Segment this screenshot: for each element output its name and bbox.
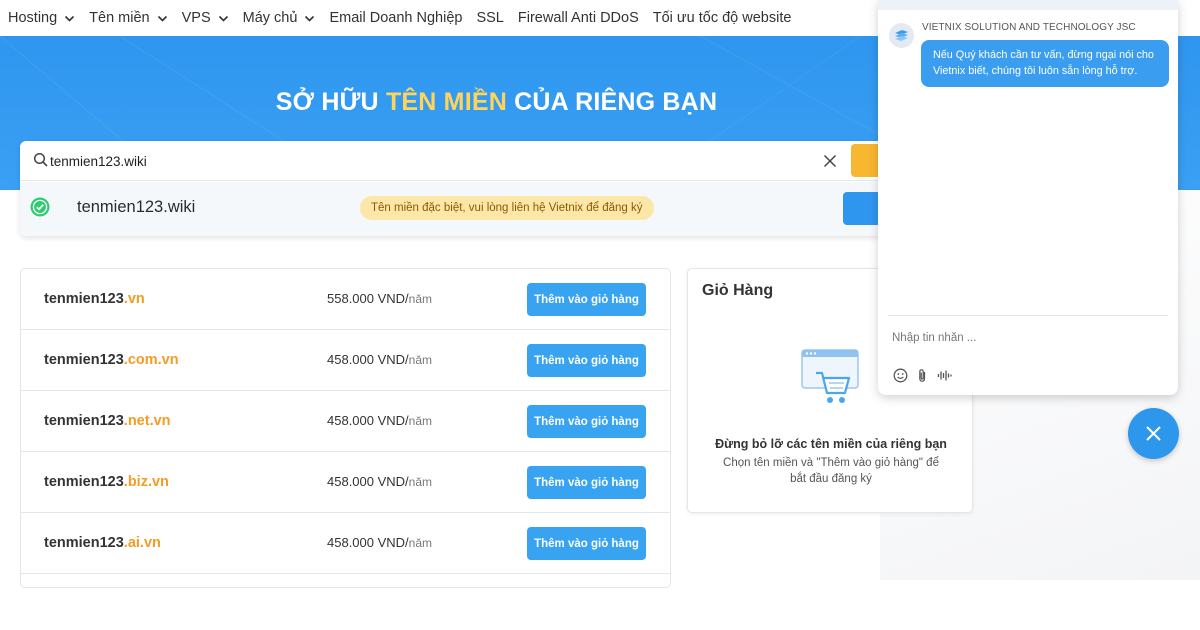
nav-item-ten-mien[interactable]: Tên miền xyxy=(89,10,167,26)
avatar xyxy=(889,23,914,48)
domain-price: 458.000 VND/năm xyxy=(327,352,433,367)
table-row: tenmien123.com.vn 458.000 VND/năm Thêm v… xyxy=(21,330,670,391)
divider xyxy=(888,315,1168,316)
chat-toolbar xyxy=(893,368,959,383)
cart-empty-text: Chọn tên miền và "Thêm vào giỏ hàng" để … xyxy=(723,457,939,485)
nav-item-hosting[interactable]: Hosting xyxy=(8,10,75,26)
table-row: tenmien123.biz.vn 458.000 VND/năm Thêm v… xyxy=(21,452,670,513)
domain-search-card: tenmien123.wiki Tên miền đặc biệt, vui l… xyxy=(20,141,980,236)
table-row: tenmien123.net.vn 458.000 VND/năm Thêm v… xyxy=(21,391,670,452)
chat-message-input[interactable] xyxy=(892,328,1162,348)
check-circle-icon xyxy=(30,197,50,217)
search-icon xyxy=(33,152,49,168)
nav-item-label: VPS xyxy=(181,10,211,26)
chevron-down-icon xyxy=(64,13,75,24)
domain-tld: .com.vn xyxy=(123,352,179,368)
cart-title: Giỏ Hàng xyxy=(702,282,774,299)
close-icon xyxy=(1146,426,1161,441)
add-to-cart-button[interactable]: Thêm vào giỏ hàng xyxy=(527,466,646,499)
title-highlight: TÊN MIỀN xyxy=(385,88,507,116)
search-bar xyxy=(20,141,980,181)
nav-item-label: Email Doanh Nghiệp xyxy=(329,10,463,26)
domain-name: tenmien123.vn xyxy=(44,291,145,307)
nav-item-label: Tên miền xyxy=(89,10,150,26)
chat-header-strip xyxy=(878,0,1178,10)
search-result-row: tenmien123.wiki Tên miền đặc biệt, vui l… xyxy=(20,182,980,236)
nav-item-ssl[interactable]: SSL xyxy=(476,10,503,26)
domain-price: 458.000 VND/năm xyxy=(327,413,433,428)
cart-empty-heading: Đừng bỏ lỡ các tên miền của riêng bạn xyxy=(715,437,947,451)
domain-price: 458.000 VND/năm xyxy=(327,474,433,489)
nav-item-vps[interactable]: VPS xyxy=(182,10,229,26)
emoji-icon[interactable] xyxy=(893,368,908,383)
logo-icon xyxy=(895,30,908,41)
add-to-cart-button[interactable]: Thêm vào giỏ hàng xyxy=(527,527,646,560)
result-domain: tenmien123.wiki xyxy=(77,198,196,216)
nav-item-toi-uu[interactable]: Tối ưu tốc độ website xyxy=(653,10,792,26)
shopping-cart-icon xyxy=(800,347,862,414)
voice-icon[interactable] xyxy=(937,368,952,383)
chat-widget: VIETNIX SOLUTION AND TECHNOLOGY JSC Nếu … xyxy=(878,0,1178,395)
close-icon[interactable] xyxy=(822,153,838,169)
status-badge: Tên miền đặc biệt, vui lòng liên hệ Viet… xyxy=(360,196,654,220)
domain-suggestion-list: tenmien123.vn 558.000 VND/năm Thêm vào g… xyxy=(20,268,671,588)
chat-message: Nếu Quý khách cần tư vấn, đừng ngại nói … xyxy=(921,40,1169,87)
domain-price: 558.000 VND/năm xyxy=(327,291,433,306)
domain-search-input[interactable] xyxy=(50,149,810,173)
nav-item-label: Hosting xyxy=(8,10,58,26)
nav-item-firewall[interactable]: Firewall Anti DDoS xyxy=(518,10,639,26)
add-to-cart-button[interactable]: Thêm vào giỏ hàng xyxy=(527,283,646,316)
nav-item-email[interactable]: Email Doanh Nghiệp xyxy=(329,10,462,26)
page-title: SỞ HỮU TÊN MIỀN CỦA RIÊNG BẠN xyxy=(275,88,718,116)
domain-tld: .biz.vn xyxy=(123,474,169,490)
table-row: tenmien123.ai.vn 458.000 VND/năm Thêm và… xyxy=(21,513,670,574)
nav-item-label: Firewall Anti DDoS xyxy=(517,10,639,26)
chevron-down-icon xyxy=(218,13,229,24)
nav-item-label: Tối ưu tốc độ website xyxy=(652,10,792,26)
add-to-cart-button[interactable]: Thêm vào giỏ hàng xyxy=(527,405,646,438)
domain-tld: .ai.vn xyxy=(123,535,161,551)
nav-item-label: Máy chủ xyxy=(242,10,298,26)
domain-tld: .net.vn xyxy=(123,413,171,429)
table-row: tenmien123.vn 558.000 VND/năm Thêm vào g… xyxy=(21,269,670,330)
domain-tld: .vn xyxy=(123,291,145,307)
agent-name: VIETNIX SOLUTION AND TECHNOLOGY JSC xyxy=(922,22,1136,33)
domain-name: tenmien123.biz.vn xyxy=(44,474,169,490)
domain-price: 458.000 VND/năm xyxy=(327,535,433,550)
attachment-icon[interactable] xyxy=(915,368,930,383)
chat-close-button[interactable] xyxy=(1128,408,1179,459)
domain-name: tenmien123.ai.vn xyxy=(44,535,161,551)
nav-item-label: SSL xyxy=(476,10,504,26)
add-to-cart-button[interactable]: Thêm vào giỏ hàng xyxy=(527,344,646,377)
chevron-down-icon xyxy=(304,13,315,24)
chevron-down-icon xyxy=(157,13,168,24)
domain-name: tenmien123.com.vn xyxy=(44,352,179,368)
domain-name: tenmien123.net.vn xyxy=(44,413,171,429)
nav-item-may-chu[interactable]: Máy chủ xyxy=(243,10,316,26)
